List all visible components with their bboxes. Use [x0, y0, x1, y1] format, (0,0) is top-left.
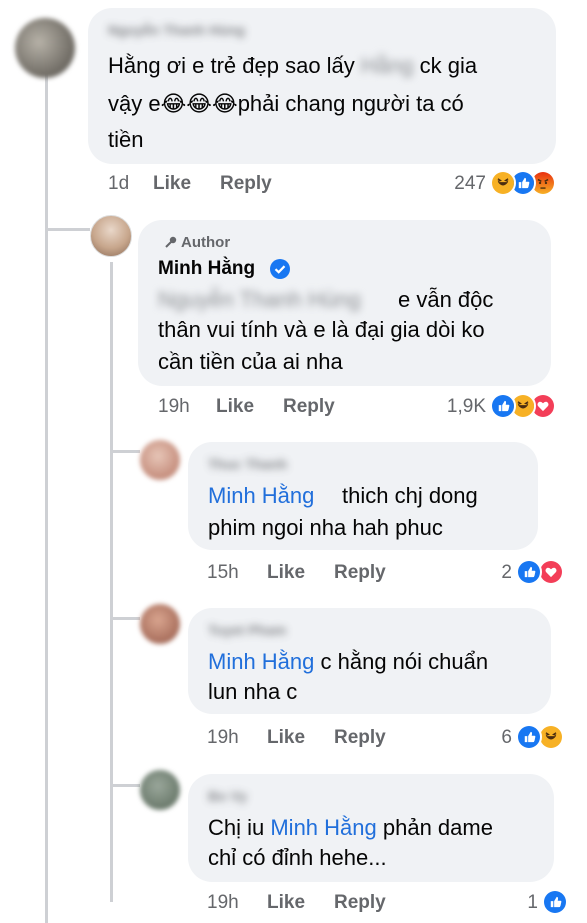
comment-text: ck gia	[413, 53, 478, 78]
avatar[interactable]	[15, 18, 75, 78]
blurred-name: Nguyễn Thanh Hùng	[158, 287, 361, 312]
avatar[interactable]	[140, 440, 180, 480]
comment-timestamp[interactable]: 15h	[207, 562, 239, 584]
comment-timestamp[interactable]: 1d	[108, 173, 129, 195]
comment-text-line: chỉ có đỉnh hehe...	[208, 845, 387, 870]
like-button[interactable]: Like	[267, 727, 305, 749]
reaction-count[interactable]: 6	[470, 727, 512, 749]
reply-button[interactable]: Reply	[334, 892, 386, 914]
reaction-icons[interactable]	[516, 559, 572, 585]
microphone-icon	[165, 236, 177, 248]
blurred-name: Hằng	[360, 53, 414, 78]
comment-text: phản dame	[376, 815, 493, 840]
like-button[interactable]: Like	[267, 892, 305, 914]
reaction-count[interactable]: 1	[500, 892, 538, 914]
reaction-count[interactable]: 1,9K	[430, 396, 486, 418]
reaction-icons[interactable]	[542, 889, 572, 915]
like-icon	[490, 393, 516, 419]
haha-icon	[490, 170, 516, 196]
thread-line-author-children	[110, 262, 113, 902]
avatar[interactable]	[90, 215, 132, 257]
like-button[interactable]: Like	[267, 562, 305, 584]
comment-text-line: Minh Hằng	[208, 480, 314, 512]
commenter-name[interactable]: Minh Hằng	[158, 258, 255, 280]
comment-text-line: Hằng ơi e trẻ đẹp sao lấy Hằng ck gia	[108, 50, 477, 82]
commenter-name[interactable]: Nguyễn Thanh Hùng	[108, 22, 245, 38]
mention-link[interactable]: Minh Hằng	[208, 649, 314, 674]
reaction-icons[interactable]	[490, 170, 570, 196]
thread-line-reply1-curve	[110, 450, 140, 453]
reply-button[interactable]: Reply	[334, 727, 386, 749]
comment-timestamp[interactable]: 19h	[207, 892, 239, 914]
commenter-name[interactable]: Bo Vy	[208, 788, 247, 804]
avatar[interactable]	[140, 604, 180, 644]
reaction-count[interactable]: 247	[430, 173, 486, 195]
comment-text-line: vậy e😂😂😂phải chang người ta có	[108, 91, 464, 116]
comment-text-line: thân vui tính và e là đại gia dòi ko	[158, 317, 485, 342]
comment-text-line: e vẫn độc	[398, 287, 494, 312]
reply-button[interactable]: Reply	[334, 562, 386, 584]
reply-button[interactable]: Reply	[220, 173, 272, 195]
mention-link[interactable]: Minh Hằng	[208, 483, 314, 508]
comment-text: Chị iu	[208, 815, 271, 840]
comment-text-line: tiền	[108, 127, 144, 152]
comment-text-line: Chị iu Minh Hằng phản dame	[208, 812, 493, 844]
commenter-name[interactable]: Tuyet Pham	[208, 622, 286, 638]
comment-text-line: Nguyễn Thanh Hùng	[158, 284, 361, 316]
like-icon	[516, 559, 542, 585]
thread-line-main	[45, 72, 48, 923]
thread-line-reply3-curve	[110, 784, 140, 787]
comment-text-line: Minh Hằng c hằng nói chuẩn	[208, 646, 488, 678]
commenter-name[interactable]: Thuc Thanh	[208, 456, 287, 472]
comment-timestamp[interactable]: 19h	[207, 727, 239, 749]
comment-text-line: phim ngoi nha hah phuc	[208, 515, 443, 540]
comment-text: c hằng nói chuẩn	[314, 649, 489, 674]
comment-timestamp[interactable]: 19h	[158, 396, 190, 418]
author-badge-label: Author	[181, 234, 231, 251]
comment-text-line: lun nha c	[208, 679, 298, 704]
like-button[interactable]: Like	[153, 173, 191, 195]
reaction-icons[interactable]	[516, 724, 572, 750]
like-icon	[542, 889, 568, 915]
verified-badge-icon	[270, 259, 290, 279]
mention-link[interactable]: Minh Hằng	[270, 815, 376, 840]
thread-line-reply2-curve	[110, 617, 140, 620]
avatar[interactable]	[140, 770, 180, 810]
comment-text-line: thich chj dong	[342, 483, 478, 508]
author-badge: Author	[164, 234, 230, 251]
comment-text: Hằng ơi e trẻ đẹp sao lấy	[108, 53, 361, 78]
like-button[interactable]: Like	[216, 396, 254, 418]
reaction-icons[interactable]	[490, 393, 570, 419]
reply-button[interactable]: Reply	[283, 396, 335, 418]
thread-line-reply-curve	[45, 228, 90, 231]
like-icon	[516, 724, 542, 750]
reaction-count[interactable]: 2	[470, 562, 512, 584]
comment-text-line: cần tiền của ai nha	[158, 349, 343, 374]
